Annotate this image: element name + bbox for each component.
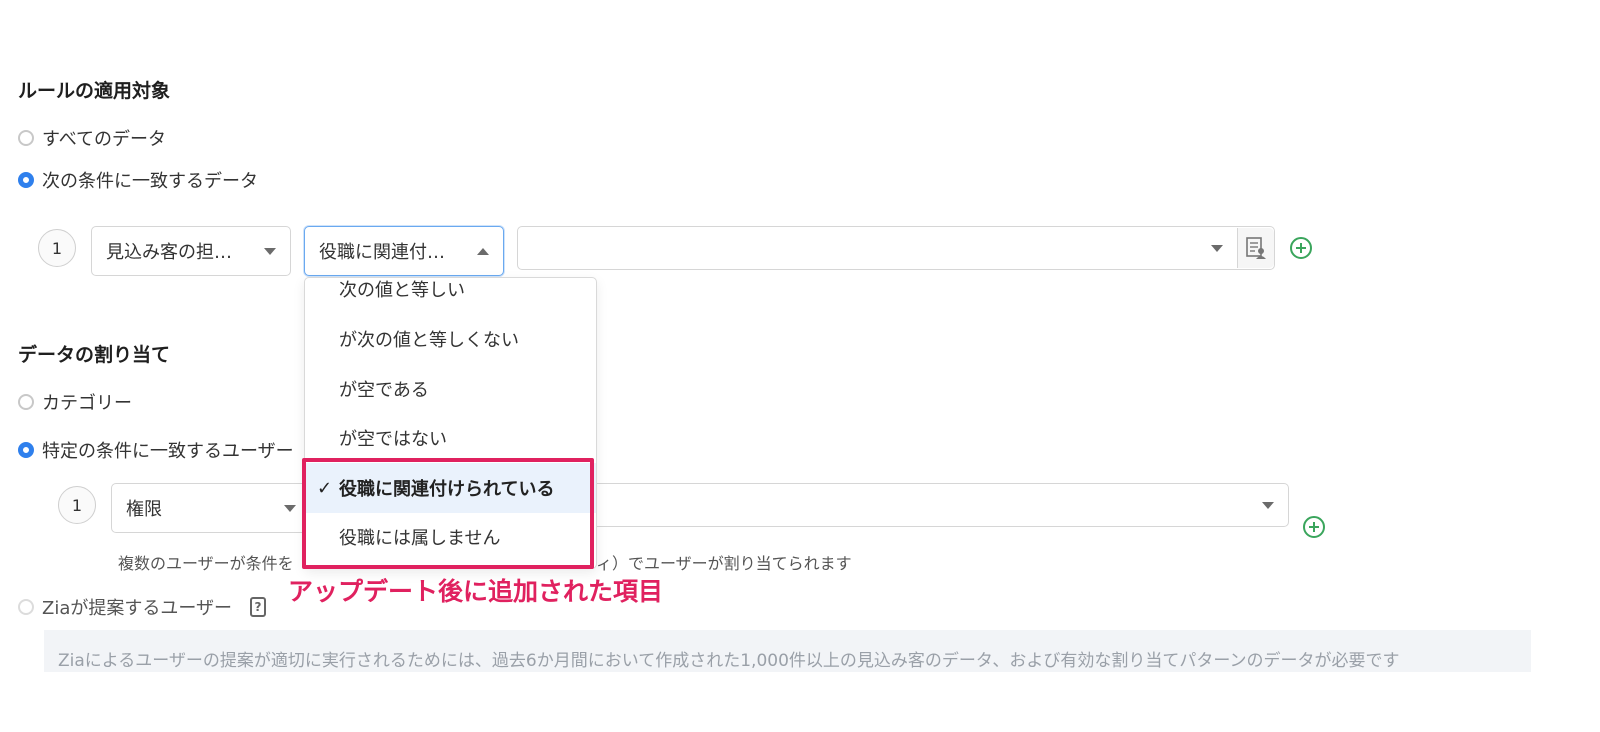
assignment-title: データの割り当て bbox=[18, 344, 171, 366]
chevron-up-icon bbox=[477, 247, 489, 255]
chevron-down-icon bbox=[264, 247, 276, 255]
operator-option-label: 次の値と等しい bbox=[339, 280, 465, 301]
operator-option-label: が次の値と等しくない bbox=[339, 330, 519, 351]
operator-option[interactable]: が空である bbox=[305, 364, 596, 414]
radio-zia-suggested[interactable]: Ziaが提案するユーザー ? bbox=[18, 594, 267, 620]
operator-select[interactable]: 役職に関連付… bbox=[304, 226, 504, 276]
operator-option-label: が空である bbox=[339, 380, 429, 401]
radio-matching-data-label: 次の条件に一致するデータ bbox=[42, 171, 258, 192]
assignment-index-badge: 1 bbox=[58, 486, 96, 524]
radio-specific-users-indicator[interactable] bbox=[18, 442, 34, 458]
radio-specific-users-label: 特定の条件に一致するユーザー bbox=[42, 441, 294, 462]
radio-category[interactable]: カテゴリー bbox=[18, 389, 132, 415]
add-condition-button[interactable] bbox=[1290, 237, 1312, 259]
chevron-down-icon bbox=[284, 504, 296, 512]
radio-zia-indicator[interactable] bbox=[18, 599, 34, 615]
radio-matching-data[interactable]: 次の条件に一致するデータ bbox=[18, 167, 258, 193]
operator-option-label: が空ではない bbox=[339, 429, 447, 450]
assignment-hint-right: ィ）でユーザーが割り当てられます bbox=[596, 554, 852, 573]
radio-zia-label: Ziaが提案するユーザー bbox=[42, 598, 233, 619]
operator-option[interactable]: が次の値と等しくない bbox=[305, 314, 596, 364]
condition-index-badge: 1 bbox=[38, 229, 76, 267]
radio-all-data-indicator[interactable] bbox=[18, 130, 34, 146]
assignment-value-select[interactable] bbox=[560, 483, 1289, 527]
chevron-down-icon bbox=[1211, 244, 1223, 252]
assignment-hint-left: 複数のユーザーが条件を bbox=[118, 554, 294, 573]
field-select[interactable]: 見込み客の担… bbox=[91, 226, 291, 276]
user-lookup-icon[interactable] bbox=[1237, 228, 1274, 268]
help-icon[interactable]: ? bbox=[250, 597, 267, 617]
radio-matching-data-indicator[interactable] bbox=[18, 172, 34, 188]
radio-category-label: カテゴリー bbox=[42, 393, 132, 414]
add-assignment-condition-button[interactable] bbox=[1303, 516, 1325, 538]
annotation-highlight-box bbox=[302, 458, 594, 569]
operator-option[interactable]: 次の値と等しい bbox=[305, 278, 596, 314]
radio-all-data[interactable]: すべてのデータ bbox=[18, 125, 166, 151]
radio-category-indicator[interactable] bbox=[18, 394, 34, 410]
annotation-text: アップデート後に追加された項目 bbox=[288, 577, 664, 606]
radio-specific-users[interactable]: 特定の条件に一致するユーザー bbox=[18, 437, 294, 463]
field-select-value: 見込み客の担… bbox=[106, 242, 232, 263]
value-select[interactable] bbox=[517, 226, 1275, 270]
chevron-down-icon bbox=[1262, 501, 1274, 509]
permission-select[interactable]: 権限 bbox=[111, 483, 311, 533]
operator-option[interactable]: が空ではない bbox=[305, 413, 596, 463]
rule-target-title: ルールの適用対象 bbox=[18, 80, 171, 102]
permission-select-value: 権限 bbox=[126, 499, 162, 520]
radio-all-data-label: すべてのデータ bbox=[42, 129, 167, 150]
operator-select-value: 役職に関連付… bbox=[319, 242, 445, 263]
zia-info-box: Ziaによるユーザーの提案が適切に実行されるためには、過去6か月間において作成さ… bbox=[44, 630, 1531, 672]
